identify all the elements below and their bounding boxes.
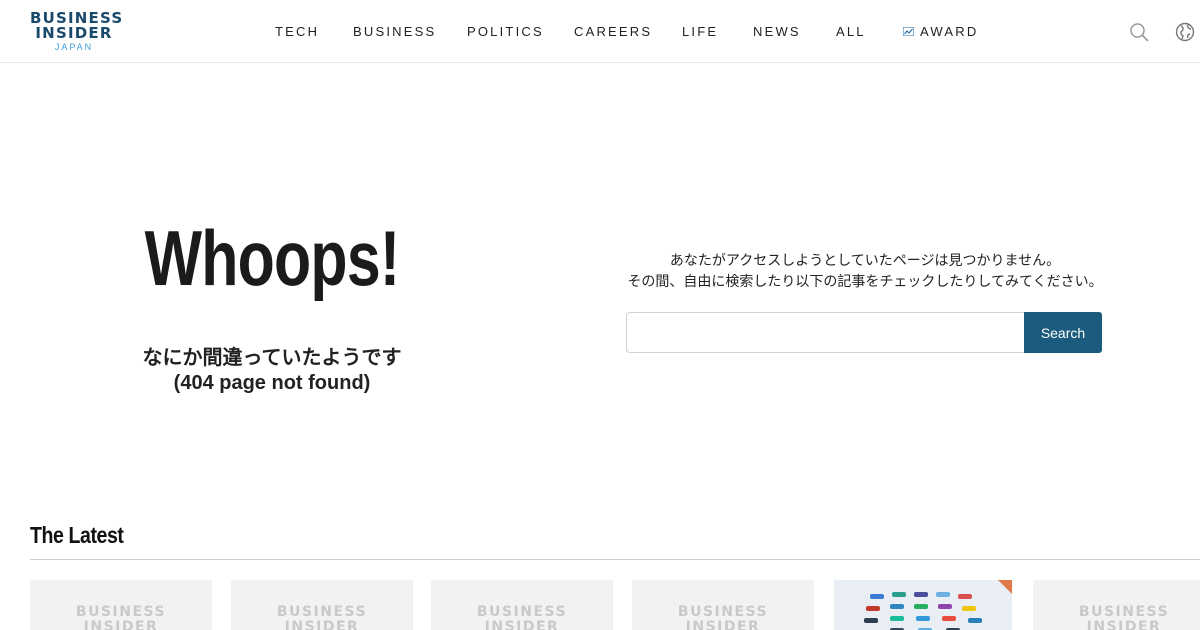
photo-detail	[958, 594, 972, 599]
photo-corner-accent	[998, 580, 1012, 594]
photo-detail	[916, 616, 930, 621]
search-button[interactable]: Search	[1024, 312, 1102, 353]
placeholder-line-1: BUSINESS	[75, 604, 167, 620]
nav-item-life[interactable]: LIFE	[682, 24, 718, 39]
photo-detail	[890, 604, 904, 609]
latest-divider	[30, 559, 1200, 560]
latest-article-card[interactable]: BUSINESS INSIDER	[632, 580, 814, 630]
placeholder-line-1: BUSINESS	[476, 604, 568, 620]
placeholder-line-2: INSIDER	[685, 619, 761, 630]
search-icon[interactable]	[1129, 22, 1149, 42]
photo-detail	[866, 606, 880, 611]
message-line-1: あなたがアクセスしようとしていたページは見つかりません。	[669, 252, 1061, 268]
error-code: (404 page not found)	[173, 372, 371, 394]
nav-item-award-label: AWARD	[920, 24, 979, 39]
error-title: Whoops!	[144, 214, 400, 302]
not-found-message: あなたがアクセスしようとしていたページは見つかりません。 その間、自由に検索した…	[600, 250, 1130, 292]
error-subtitle: なにか間違っていたようです	[142, 347, 402, 369]
latest-article-card[interactable]: BUSINESS INSIDER	[1033, 580, 1200, 630]
nav-item-tech[interactable]: TECH	[275, 24, 319, 39]
placeholder-line-1: BUSINESS	[276, 604, 368, 620]
nav-item-news[interactable]: NEWS	[753, 24, 801, 39]
logo-line-japan: JAPAN	[54, 42, 94, 52]
latest-article-card[interactable]: BUSINESS INSIDER	[231, 580, 413, 630]
site-header: BUSINESS INSIDER JAPAN TECH BUSINESS POL…	[0, 0, 1200, 63]
placeholder-line-2: INSIDER	[83, 619, 159, 630]
placeholder-line-1: BUSINESS	[1078, 604, 1170, 620]
nav-item-award[interactable]: AWARD	[903, 24, 978, 39]
search-input[interactable]	[626, 312, 1026, 353]
placeholder-logo: BUSINESS INSIDER	[1033, 605, 1200, 630]
photo-detail	[890, 616, 904, 621]
main-nav: TECH BUSINESS POLITICS CAREERS LIFE NEWS…	[0, 24, 1200, 42]
nav-item-politics[interactable]: POLITICS	[467, 24, 544, 39]
nav-item-careers[interactable]: CAREERS	[574, 24, 652, 39]
photo-detail	[864, 618, 878, 623]
photo-detail	[914, 592, 928, 597]
placeholder-logo: BUSINESS INSIDER	[431, 605, 613, 630]
placeholder-logo: BUSINESS INSIDER	[231, 605, 413, 630]
photo-detail	[942, 616, 956, 621]
photo-detail	[870, 594, 884, 599]
placeholder-logo: BUSINESS INSIDER	[632, 605, 814, 630]
placeholder-line-2: INSIDER	[284, 619, 360, 630]
latest-article-card-photo[interactable]	[834, 580, 1012, 630]
globe-icon[interactable]	[1175, 22, 1195, 42]
message-line-2: その間、自由に検索したり以下の記事をチェックしたりしてみてください。	[627, 273, 1103, 289]
photo-detail	[936, 592, 950, 597]
placeholder-line-2: INSIDER	[484, 619, 560, 630]
award-chart-icon	[903, 27, 914, 36]
nav-item-business[interactable]: BUSINESS	[353, 24, 436, 39]
nav-item-all[interactable]: ALL	[836, 24, 866, 39]
photo-detail	[892, 592, 906, 597]
photo-detail	[938, 604, 952, 609]
placeholder-line-1: BUSINESS	[677, 604, 769, 620]
latest-article-card[interactable]: BUSINESS INSIDER	[30, 580, 212, 630]
latest-article-card[interactable]: BUSINESS INSIDER	[431, 580, 613, 630]
latest-heading: The Latest	[30, 522, 124, 548]
photo-detail	[914, 604, 928, 609]
photo-detail	[962, 606, 976, 611]
photo-detail	[968, 618, 982, 623]
placeholder-logo: BUSINESS INSIDER	[30, 605, 212, 630]
placeholder-line-2: INSIDER	[1086, 619, 1162, 630]
